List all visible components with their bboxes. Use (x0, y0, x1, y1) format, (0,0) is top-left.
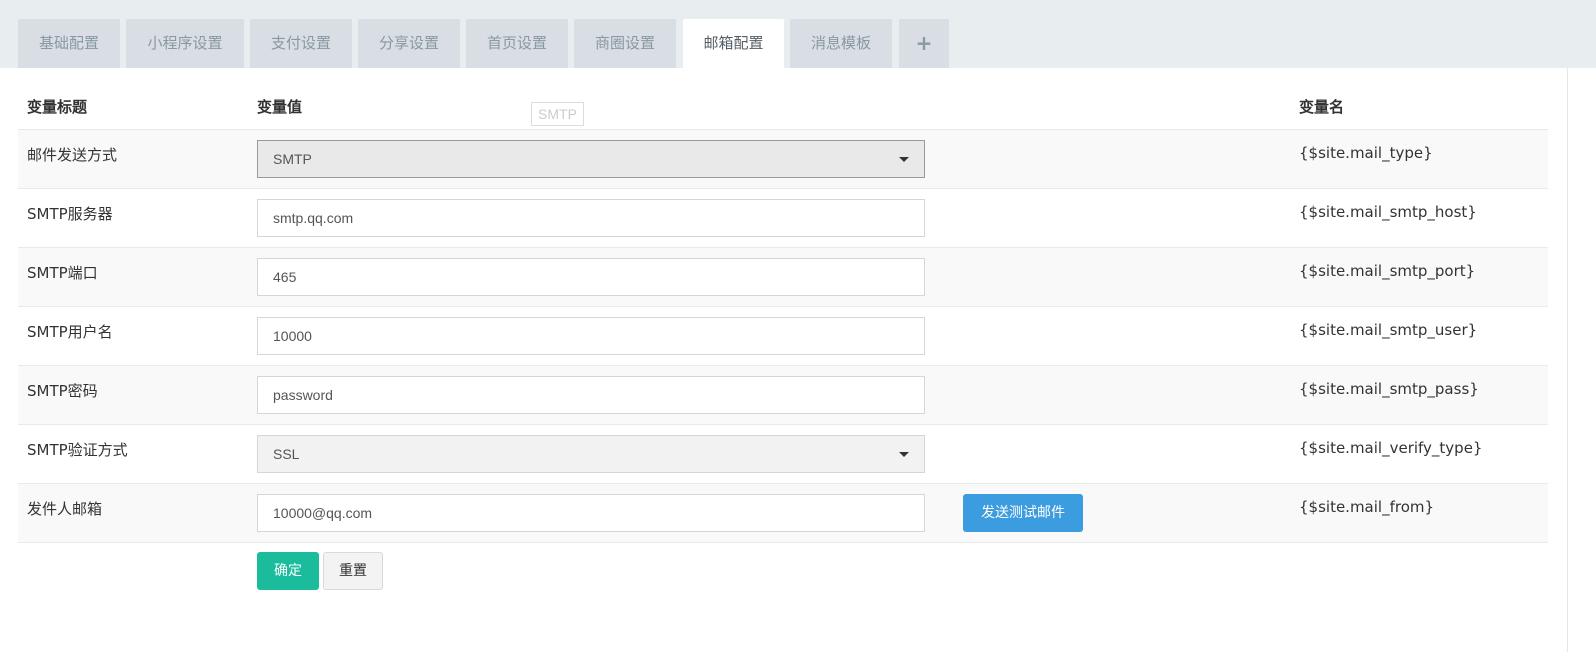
tab-share-settings[interactable]: 分享设置 (358, 19, 460, 68)
header-name: 变量名 (1299, 98, 1345, 116)
row-variable: {$site.mail_smtp_pass} (1299, 380, 1479, 398)
row-variable: {$site.mail_smtp_user} (1299, 321, 1478, 339)
row-title: SMTP端口 (27, 264, 98, 282)
smtp-user-input[interactable]: 10000 (257, 317, 925, 355)
tab-home-settings[interactable]: 首页设置 (466, 19, 568, 68)
tab-message-template[interactable]: 消息模板 (790, 19, 892, 68)
caret-down-icon (899, 452, 909, 457)
table-row: SMTP服务器 smtp.qq.com {$site.mail_smtp_hos… (18, 189, 1548, 248)
smtp-password-input[interactable]: password (257, 376, 925, 414)
row-variable: {$site.mail_smtp_port} (1299, 262, 1476, 280)
tab-bar: 基础配置 小程序设置 支付设置 分享设置 首页设置 商圈设置 邮箱配置 消息模板… (0, 0, 1596, 68)
tab-business-district-settings[interactable]: 商圈设置 (574, 19, 676, 68)
table-row: SMTP密码 password {$site.mail_smtp_pass} (18, 366, 1548, 425)
caret-down-icon (899, 157, 909, 162)
row-variable: {$site.mail_smtp_host} (1299, 203, 1477, 221)
row-variable: {$site.mail_verify_type} (1299, 439, 1483, 457)
reset-button[interactable]: 重置 (323, 552, 383, 590)
table-row: SMTP端口 465 {$site.mail_smtp_port} (18, 248, 1548, 307)
select-value: SSL (273, 446, 300, 462)
add-tab-button[interactable]: + (899, 19, 949, 68)
row-title: SMTP用户名 (27, 323, 113, 341)
tab-email-config[interactable]: 邮箱配置 (683, 19, 784, 68)
settings-table: 变量标题 变量值 变量名 邮件发送方式 SMTP {$site.mail_typ… (18, 68, 1548, 603)
row-title: SMTP服务器 (27, 205, 113, 223)
header-value: 变量值 (257, 98, 303, 116)
tab-miniprogram-settings[interactable]: 小程序设置 (126, 19, 244, 68)
table-row: 邮件发送方式 SMTP {$site.mail_type} (18, 130, 1548, 189)
row-title: 发件人邮箱 (27, 500, 103, 518)
mail-type-select[interactable]: SMTP (257, 140, 925, 178)
mail-from-input[interactable]: 10000@qq.com (257, 494, 925, 532)
tab-basic-config[interactable]: 基础配置 (18, 19, 120, 68)
row-title: SMTP密码 (27, 382, 98, 400)
tab-payment-settings[interactable]: 支付设置 (250, 19, 352, 68)
dropdown-drag-hint: SMTP (531, 102, 584, 126)
row-title: SMTP验证方式 (27, 441, 128, 459)
form-actions: 确定 重置 (18, 543, 1548, 603)
smtp-port-input[interactable]: 465 (257, 258, 925, 296)
smtp-host-input[interactable]: smtp.qq.com (257, 199, 925, 237)
verify-type-select[interactable]: SSL (257, 435, 925, 473)
confirm-button[interactable]: 确定 (257, 552, 319, 590)
row-variable: {$site.mail_type} (1299, 144, 1433, 162)
select-value: SMTP (273, 151, 312, 167)
scrollbar[interactable] (1567, 68, 1596, 652)
table-header: 变量标题 变量值 变量名 (18, 68, 1548, 130)
header-title: 变量标题 (27, 98, 88, 116)
table-row: 发件人邮箱 10000@qq.com 发送测试邮件 {$site.mail_fr… (18, 484, 1548, 543)
send-test-email-button[interactable]: 发送测试邮件 (963, 494, 1083, 532)
row-title: 邮件发送方式 (27, 146, 118, 164)
row-variable: {$site.mail_from} (1299, 498, 1435, 516)
table-row: SMTP用户名 10000 {$site.mail_smtp_user} (18, 307, 1548, 366)
table-row: SMTP验证方式 SSL {$site.mail_verify_type} (18, 425, 1548, 484)
